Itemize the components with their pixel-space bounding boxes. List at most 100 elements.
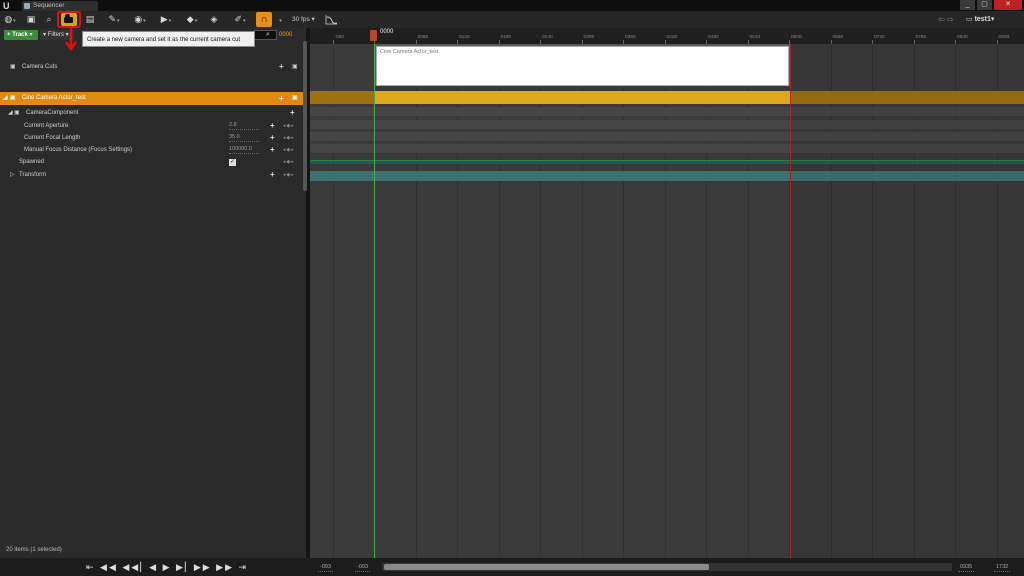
spawned-checkbox[interactable]: ✓ [229, 159, 236, 166]
close-button[interactable]: ✕ [994, 0, 1022, 10]
sequence-name-dropdown[interactable]: ▭ test1▾ [966, 13, 994, 26]
key-icon[interactable]: ◆▾ [182, 13, 202, 26]
key-nav-icons[interactable]: ◂◆▸ [283, 169, 295, 181]
track-label: Current Aperture [24, 123, 69, 129]
camera-button-tooltip: Create a new camera and set it as the cu… [82, 31, 255, 47]
camera-cut-section[interactable]: Cine Camera Actor_test [376, 46, 789, 86]
maximize-button[interactable]: ▢ [977, 0, 992, 10]
items-status-text: 20 items (1 selected) [6, 547, 62, 553]
add-key-button[interactable]: + [270, 132, 275, 144]
add-key-button[interactable]: + [279, 60, 284, 74]
timeline-panel[interactable]: -060 0000 0060 0120 0180 0240 0300 0360 0420 0480… [310, 28, 1024, 558]
camera-cuts-icon: ▣ [10, 64, 16, 70]
actor-track-section[interactable] [374, 91, 790, 104]
track-row-focus-distance[interactable]: Manual Focus Distance (Focus Settings) 1… [0, 144, 306, 156]
out-of-range-area [791, 44, 1024, 558]
track-label: Current Focal Length [24, 135, 81, 141]
track-label: CameraComponent [26, 110, 79, 116]
add-track-plus-button[interactable]: + [279, 92, 284, 105]
camera-icon[interactable]: ▣ [292, 92, 298, 105]
key-nav-icons[interactable]: ◂◆▸ [283, 120, 295, 132]
render-icon[interactable]: ▤ [84, 13, 96, 26]
track-label: Camera Cuts [22, 64, 58, 70]
snap-dropdown[interactable]: ▾ [276, 13, 284, 26]
track-row-aperture[interactable]: Current Aperture 2.8 + ◂◆▸ [0, 120, 306, 132]
wrench-icon[interactable]: ✎▾ [104, 13, 124, 26]
sequencer-toolbar: ◍▾ ▣ ⌕ ▤ ✎▾ ◉▾ ▶▾ ◆▾ ◈ ✐▾ ∩ ▾ 30 fps ▾ ⇦… [0, 11, 1024, 28]
ruler-tick-label: 0540 [749, 35, 761, 40]
fps-selector[interactable]: 30 fps ▾ [292, 13, 315, 26]
ruler-tick-label: 0180 [500, 35, 512, 40]
ruler-tick-label: 0840 [957, 35, 968, 40]
ruler-tick-label: 0720 [874, 35, 885, 40]
sequencer-tab-icon [24, 3, 30, 9]
search-icon: ⌕ [266, 31, 270, 38]
ruler-tick-label: 0120 [459, 35, 470, 40]
unreal-logo-icon: U [3, 1, 10, 11]
diamond-icon[interactable]: ◈ [208, 13, 220, 26]
transport-controls[interactable]: ⇤ ◀◀ ◀◀▏◀ ▶ ▶▏▶▶ ▶▶ ⇥ [86, 561, 248, 573]
track-row-cine-camera-actor[interactable]: ◢ ▣ Cine Camera Actor_test + ▣ [0, 92, 306, 105]
track-row-focal-length[interactable]: Current Focal Length 35.0 + ◂◆▸ [0, 132, 306, 144]
camera-actor-icon: ▣ [10, 95, 16, 101]
add-track-button[interactable]: + Track ▾ [4, 30, 38, 40]
magnet-icon[interactable]: ∩ [256, 12, 272, 27]
track-label: Manual Focus Distance (Focus Settings) [24, 147, 133, 153]
track-row-camera-cuts[interactable]: ▣ Camera Cuts + ▣ [0, 60, 306, 74]
view-range-start-field[interactable]: -093 [318, 562, 334, 572]
camera-icon[interactable]: ▣ [292, 60, 298, 74]
playback-range-end-field[interactable]: 0935 [958, 562, 975, 572]
time-ruler[interactable]: -060 0000 0060 0120 0180 0240 0300 0360 0420 0480… [310, 28, 1024, 44]
world-icon[interactable]: ◍▾ [3, 13, 17, 26]
current-time-readout[interactable]: 0000 [279, 30, 305, 40]
focus-distance-value-field[interactable]: 100000.0 [229, 145, 259, 154]
ruler-tick-label: 0900 [998, 35, 1010, 40]
key-nav-icons[interactable]: ◂◆▸ [283, 132, 295, 144]
expand-arrow-icon[interactable]: ▷ [10, 169, 15, 181]
title-bar: U Sequencer _ ▢ ✕ [0, 0, 1024, 11]
playhead-time-label: 0000 [380, 29, 394, 35]
track-label: Cine Camera Actor_test [22, 95, 86, 101]
tab-title: Sequencer [33, 2, 65, 9]
ruler-tick-label: 0240 [542, 35, 553, 40]
track-label: Transform [19, 172, 47, 178]
play-icon[interactable]: ▶▾ [157, 13, 175, 26]
timeline-scrollbar-thumb[interactable] [384, 564, 709, 570]
key-nav-icons[interactable]: ◂◆▸ [283, 144, 295, 156]
ruler-tick-label: 0360 [625, 35, 636, 40]
folder-icon: ▭ [966, 16, 975, 23]
component-icon: ▣ [14, 110, 20, 116]
add-property-button[interactable]: + [290, 107, 295, 119]
view-range-end-field[interactable]: 1732 [994, 562, 1011, 572]
outliner-scrollbar[interactable] [303, 41, 307, 191]
key-nav-icons[interactable]: ◂◆▸ [283, 156, 295, 168]
expand-arrow-icon[interactable]: ◢ [8, 107, 13, 119]
tab-sequencer[interactable]: Sequencer [22, 1, 98, 11]
outliner-panel: + Track ▾ ▾ Filters ▾ ⌕ 0000 ▣ Camera Cu… [0, 28, 307, 558]
playhead-handle[interactable] [370, 30, 377, 41]
aperture-value-field[interactable]: 2.8 [229, 121, 259, 130]
track-label: Spawned [19, 159, 45, 165]
playhead-line[interactable] [374, 44, 375, 558]
add-key-button[interactable]: + [270, 144, 275, 156]
add-key-button[interactable]: + [270, 169, 275, 181]
track-row-camera-component[interactable]: ◢ ▣ CameraComponent + [0, 107, 306, 119]
expand-arrow-icon[interactable]: ◢ [3, 92, 8, 105]
minimize-button[interactable]: _ [960, 0, 975, 10]
ruler-tick-label: -060 [334, 35, 345, 40]
focal-value-field[interactable]: 35.0 [229, 133, 259, 142]
playback-range-start-field[interactable]: -093 [355, 562, 371, 572]
curve-icon[interactable] [325, 14, 338, 25]
ruler-tick-label: 0060 [417, 35, 429, 40]
ruler-tick-label: 0660 [832, 35, 844, 40]
track-row-transform[interactable]: ▷ Transform + ◂◆▸ [0, 169, 306, 181]
ruler-tick-label: 0480 [708, 35, 719, 40]
history-nav-arrows[interactable]: ⇦ ⇨ [938, 13, 954, 26]
add-key-button[interactable]: + [270, 120, 275, 132]
track-row-spawned[interactable]: Spawned ✓ ◂◆▸ [0, 156, 306, 168]
eye-icon[interactable]: ◉▾ [128, 13, 152, 26]
brush-icon[interactable]: ✐▾ [230, 13, 250, 26]
playback-end-marker[interactable] [790, 44, 791, 558]
search-icon[interactable]: ⌕ [42, 13, 56, 26]
save-icon[interactable]: ▣ [24, 13, 38, 26]
